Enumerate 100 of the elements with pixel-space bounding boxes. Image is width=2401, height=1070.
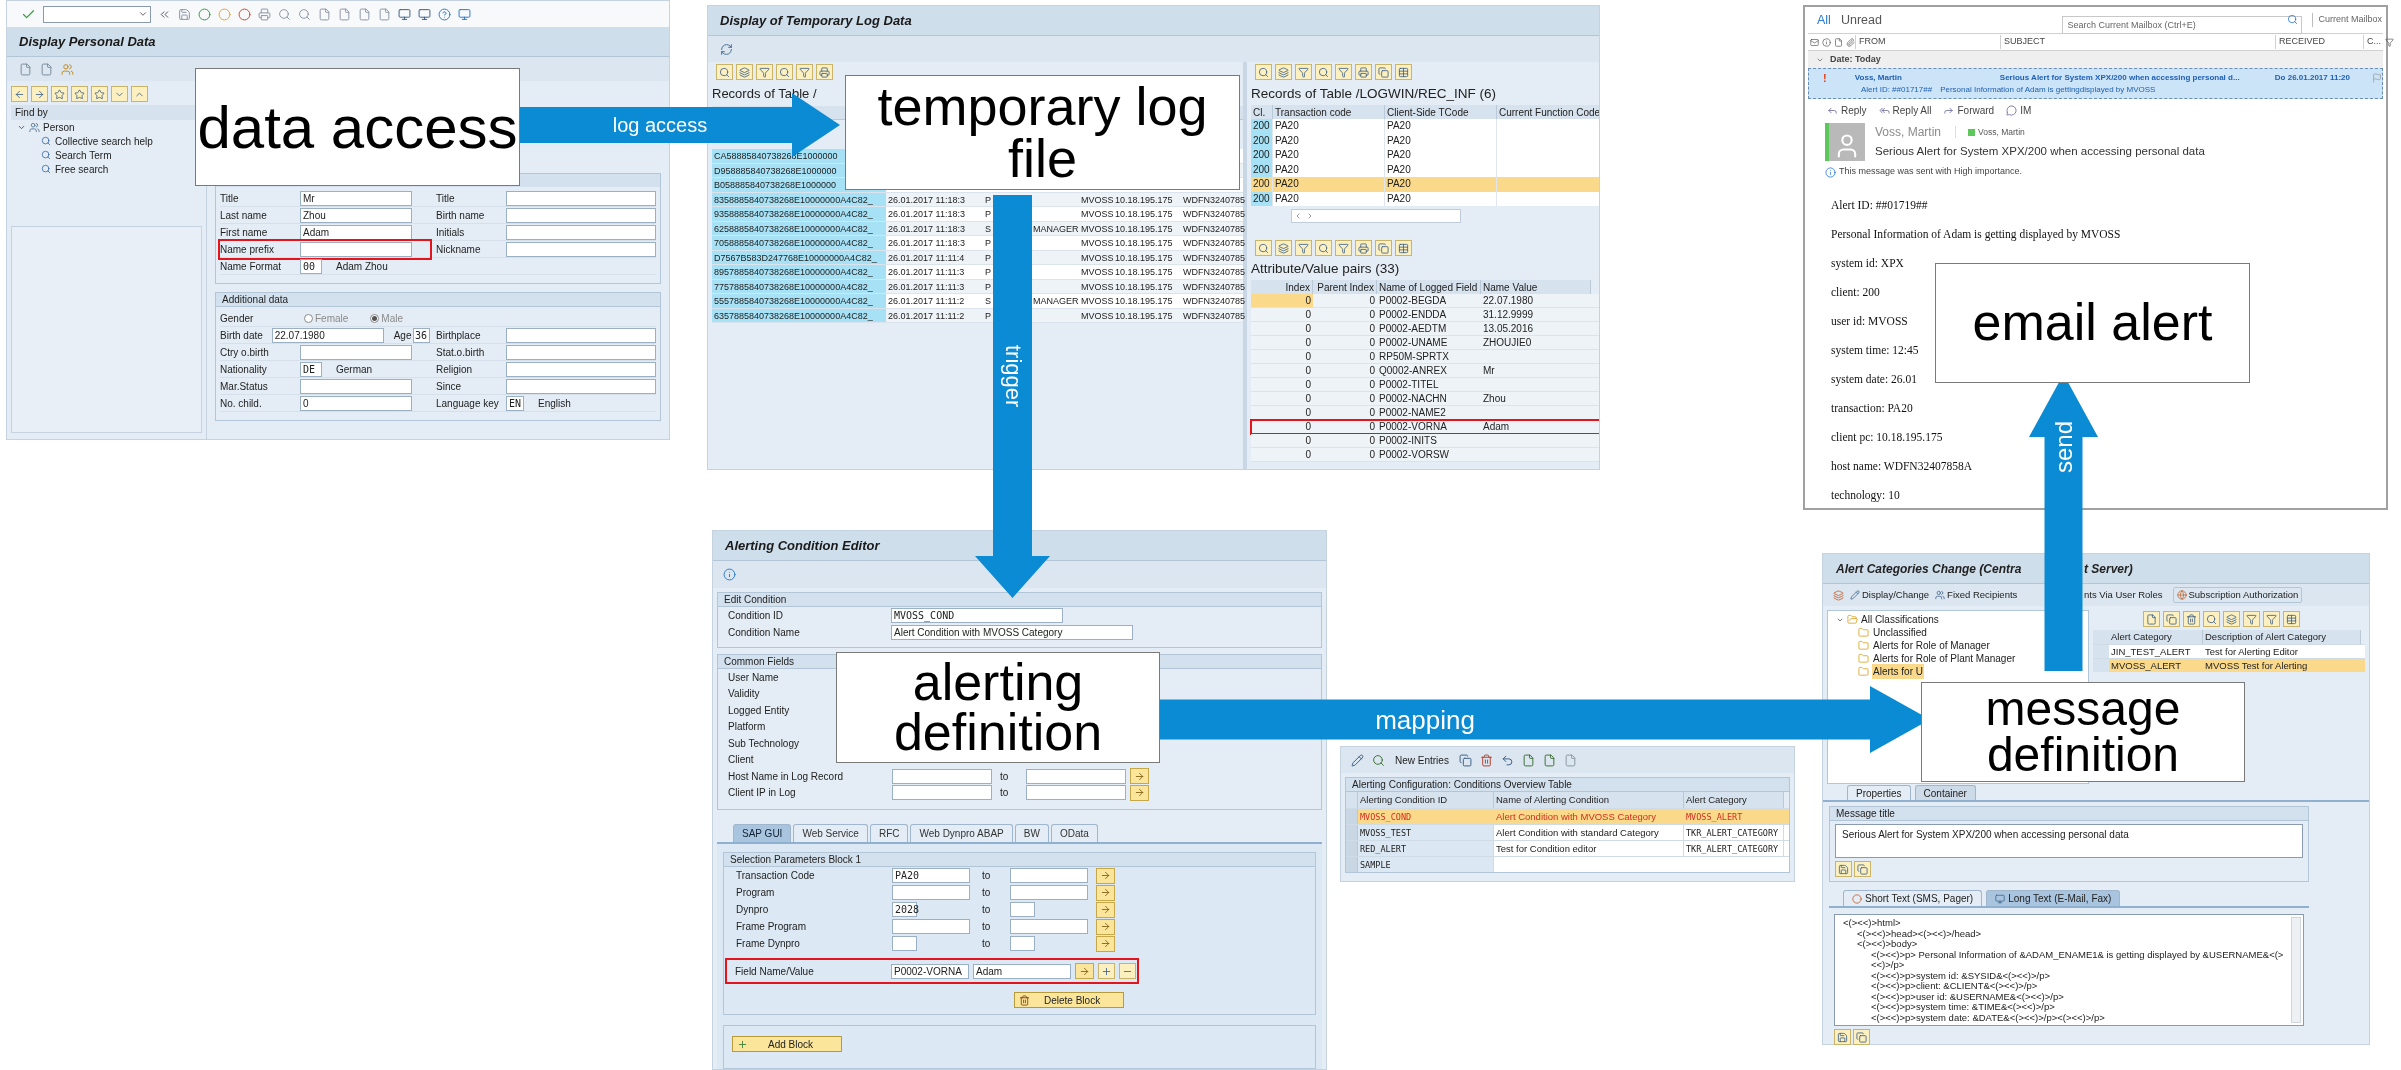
input-field[interactable]: Adam: [300, 224, 412, 240]
tab[interactable]: Properties: [1847, 785, 1911, 800]
pencil-icon[interactable]: [1351, 753, 1364, 767]
table-cell[interactable]: 0: [1251, 308, 1313, 321]
toolbar-button[interactable]: Fixed Recipients: [1935, 587, 2018, 603]
input-field[interactable]: [506, 378, 656, 394]
toolbar-button[interactable]: [756, 64, 773, 80]
table-cell[interactable]: 0: [1251, 378, 1313, 391]
text-area[interactable]: Serious Alert for System XPX/200 when accessing personal data: [1835, 824, 2303, 858]
toolbar-button[interactable]: [1315, 240, 1332, 256]
toolbar-button[interactable]: [1255, 240, 1272, 256]
tree-item[interactable]: Alerts for U: [1872, 664, 1924, 679]
flag-icon[interactable]: [2372, 72, 2382, 83]
input-field[interactable]: [506, 344, 656, 360]
input-field[interactable]: [300, 241, 412, 257]
toolbar-button[interactable]: [2243, 611, 2260, 627]
input-field[interactable]: [1026, 768, 1126, 784]
toolbar-button[interactable]: [1315, 64, 1332, 80]
input-field[interactable]: [892, 919, 970, 934]
tab[interactable]: Web Service: [793, 824, 868, 842]
search-icon[interactable]: [278, 7, 291, 21]
tree-item[interactable]: Person: [43, 119, 75, 135]
tab[interactable]: Web Dynpro ABAP: [910, 824, 1013, 842]
save-icon[interactable]: [178, 7, 191, 21]
tree-item[interactable]: Search Term: [55, 147, 112, 163]
table-cell[interactable]: 0: [1251, 336, 1313, 349]
action-button[interactable]: Forward: [1943, 102, 1995, 118]
page-icon[interactable]: [19, 62, 32, 76]
filter-tab[interactable]: All: [1817, 10, 1831, 30]
toolbar-button[interactable]: nts Via User Roles: [2084, 587, 2163, 603]
toolbar-button[interactable]: [2263, 611, 2280, 627]
multiple-selection-button[interactable]: [1130, 768, 1149, 785]
input-field[interactable]: 0: [300, 395, 412, 411]
input-field[interactable]: [892, 936, 917, 951]
toolbar-button[interactable]: [796, 64, 813, 80]
search-icon[interactable]: [298, 7, 311, 21]
multiple-selection-button[interactable]: [1096, 901, 1115, 918]
toolbar-button[interactable]: [716, 64, 733, 80]
toolbar-button[interactable]: [71, 86, 88, 102]
toolbar-button[interactable]: [1335, 240, 1352, 256]
toolbar-button[interactable]: [1295, 240, 1312, 256]
action-button[interactable]: IM: [2006, 102, 2032, 118]
printer-icon[interactable]: [258, 7, 271, 21]
input-field[interactable]: EN: [506, 395, 524, 411]
info-icon[interactable]: [723, 568, 736, 581]
table-cell[interactable]: 0: [1251, 420, 1313, 433]
table-row[interactable]: JIN_TEST_ALERT Test for Alerting Editor: [2093, 644, 2365, 658]
magnifier-icon[interactable]: [1372, 753, 1385, 767]
refresh-icon[interactable]: [720, 42, 733, 56]
tree-item[interactable]: Free search: [55, 161, 109, 177]
table-row[interactable]: 200 PA20 PA20: [1251, 119, 1599, 134]
tree-item[interactable]: Collective search help: [55, 133, 153, 149]
input-field[interactable]: 36: [413, 327, 430, 343]
input-field[interactable]: [892, 768, 992, 784]
multiple-selection-button[interactable]: [1096, 935, 1115, 952]
message-row[interactable]: ! Voss, Martin Serious Alert for System XPX/200 when accessing personal d... Do 26.01.2017 11:20 Alert ID: ##01717## Personal Information of Adam is gettingdisplayed by MVOSS: [1808, 68, 2383, 99]
table-row[interactable]: MVOSS_TEST Alert Condition with standard Category TKR_ALERT_CATEGORY: [1346, 824, 1789, 840]
toolbar-button[interactable]: [1834, 1029, 1851, 1045]
table-row[interactable]: MVOSS_ALERT MVOSS Test for Alerting: [2093, 658, 2365, 672]
input-field[interactable]: [506, 361, 656, 377]
input-field[interactable]: [300, 344, 412, 360]
toolbar-button[interactable]: [1255, 64, 1272, 80]
tab[interactable]: Short Text (SMS, Pager): [1843, 890, 1983, 906]
page-icon[interactable]: [318, 7, 331, 21]
text-area[interactable]: [1834, 914, 2304, 1026]
add-block-button[interactable]: Add Block: [732, 1036, 842, 1052]
tab[interactable]: SAP GUI: [733, 824, 792, 842]
input-field[interactable]: [506, 224, 656, 240]
input-field[interactable]: [1010, 902, 1035, 917]
multiple-selection-button[interactable]: [1130, 784, 1149, 801]
tree-item[interactable]: All Classifications: [1861, 612, 1939, 627]
toolbar-button[interactable]: [1275, 240, 1292, 256]
copy-icon[interactable]: [1458, 753, 1472, 767]
input-field[interactable]: Adam: [973, 963, 1071, 979]
page-icon[interactable]: [358, 7, 371, 21]
input-field[interactable]: [300, 378, 412, 394]
column-header[interactable]: FROM: [1855, 35, 2000, 49]
table-cell[interactable]: 0: [1251, 406, 1313, 419]
search-field[interactable]: Search Current Mailbox (Ctrl+E): [2062, 16, 2303, 34]
toolbar-button[interactable]: [31, 86, 48, 102]
toolbar-button[interactable]: New Entries: [1393, 752, 1451, 768]
table-cell[interactable]: 0: [1251, 448, 1313, 461]
input-field[interactable]: [506, 190, 656, 206]
input-field[interactable]: 2028: [892, 902, 917, 917]
monitor-icon[interactable]: [458, 7, 471, 21]
toolbar-button[interactable]: [1355, 64, 1372, 80]
toolbar-button[interactable]: [1335, 64, 1352, 80]
table-row[interactable]: 200 PA20 PA20: [1251, 177, 1599, 192]
table-row[interactable]: SAMPLE: [1346, 856, 1789, 872]
input-field[interactable]: [1010, 919, 1088, 934]
page-icon[interactable]: [1542, 753, 1556, 767]
input-field[interactable]: [1010, 885, 1088, 900]
tab[interactable]: RFC: [869, 824, 909, 842]
table-cell[interactable]: 0: [1251, 322, 1313, 335]
page-icon[interactable]: [1521, 753, 1535, 767]
input-field[interactable]: [506, 327, 656, 343]
multiple-selection-button[interactable]: [1096, 884, 1115, 901]
input-field[interactable]: [506, 207, 656, 223]
page-icon[interactable]: [1563, 753, 1577, 767]
multiple-selection-button[interactable]: [1075, 963, 1094, 979]
